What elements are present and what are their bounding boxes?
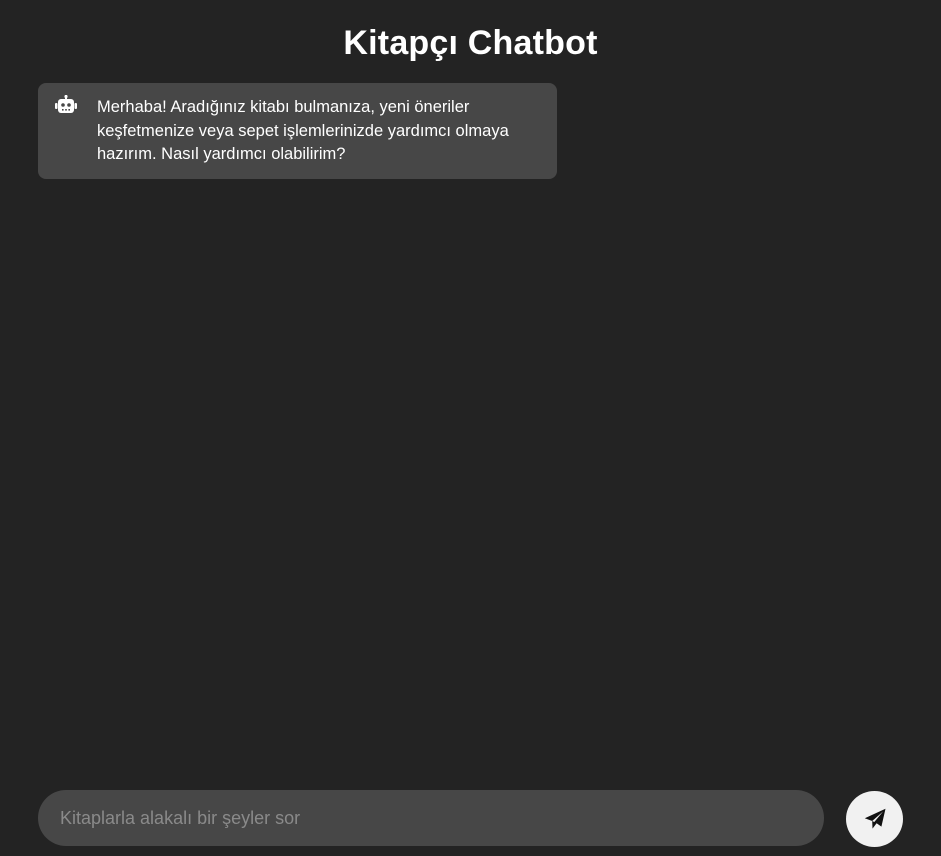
page-title: Kitapçı Chatbot	[343, 24, 598, 62]
message-text: Merhaba! Aradığınız kitabı bulmanıza, ye…	[97, 98, 509, 163]
send-icon	[864, 808, 885, 829]
send-button[interactable]	[846, 791, 903, 847]
robot-icon	[55, 94, 77, 115]
chat-app: Kitapçı Chatbot Merhaba! Aradığınız kita…	[0, 0, 941, 856]
message-input[interactable]	[38, 790, 824, 846]
message-list: Merhaba! Aradığınız kitabı bulmanıza, ye…	[38, 83, 903, 776]
bot-message: Merhaba! Aradığınız kitabı bulmanıza, ye…	[38, 83, 557, 179]
message-composer	[38, 790, 824, 846]
